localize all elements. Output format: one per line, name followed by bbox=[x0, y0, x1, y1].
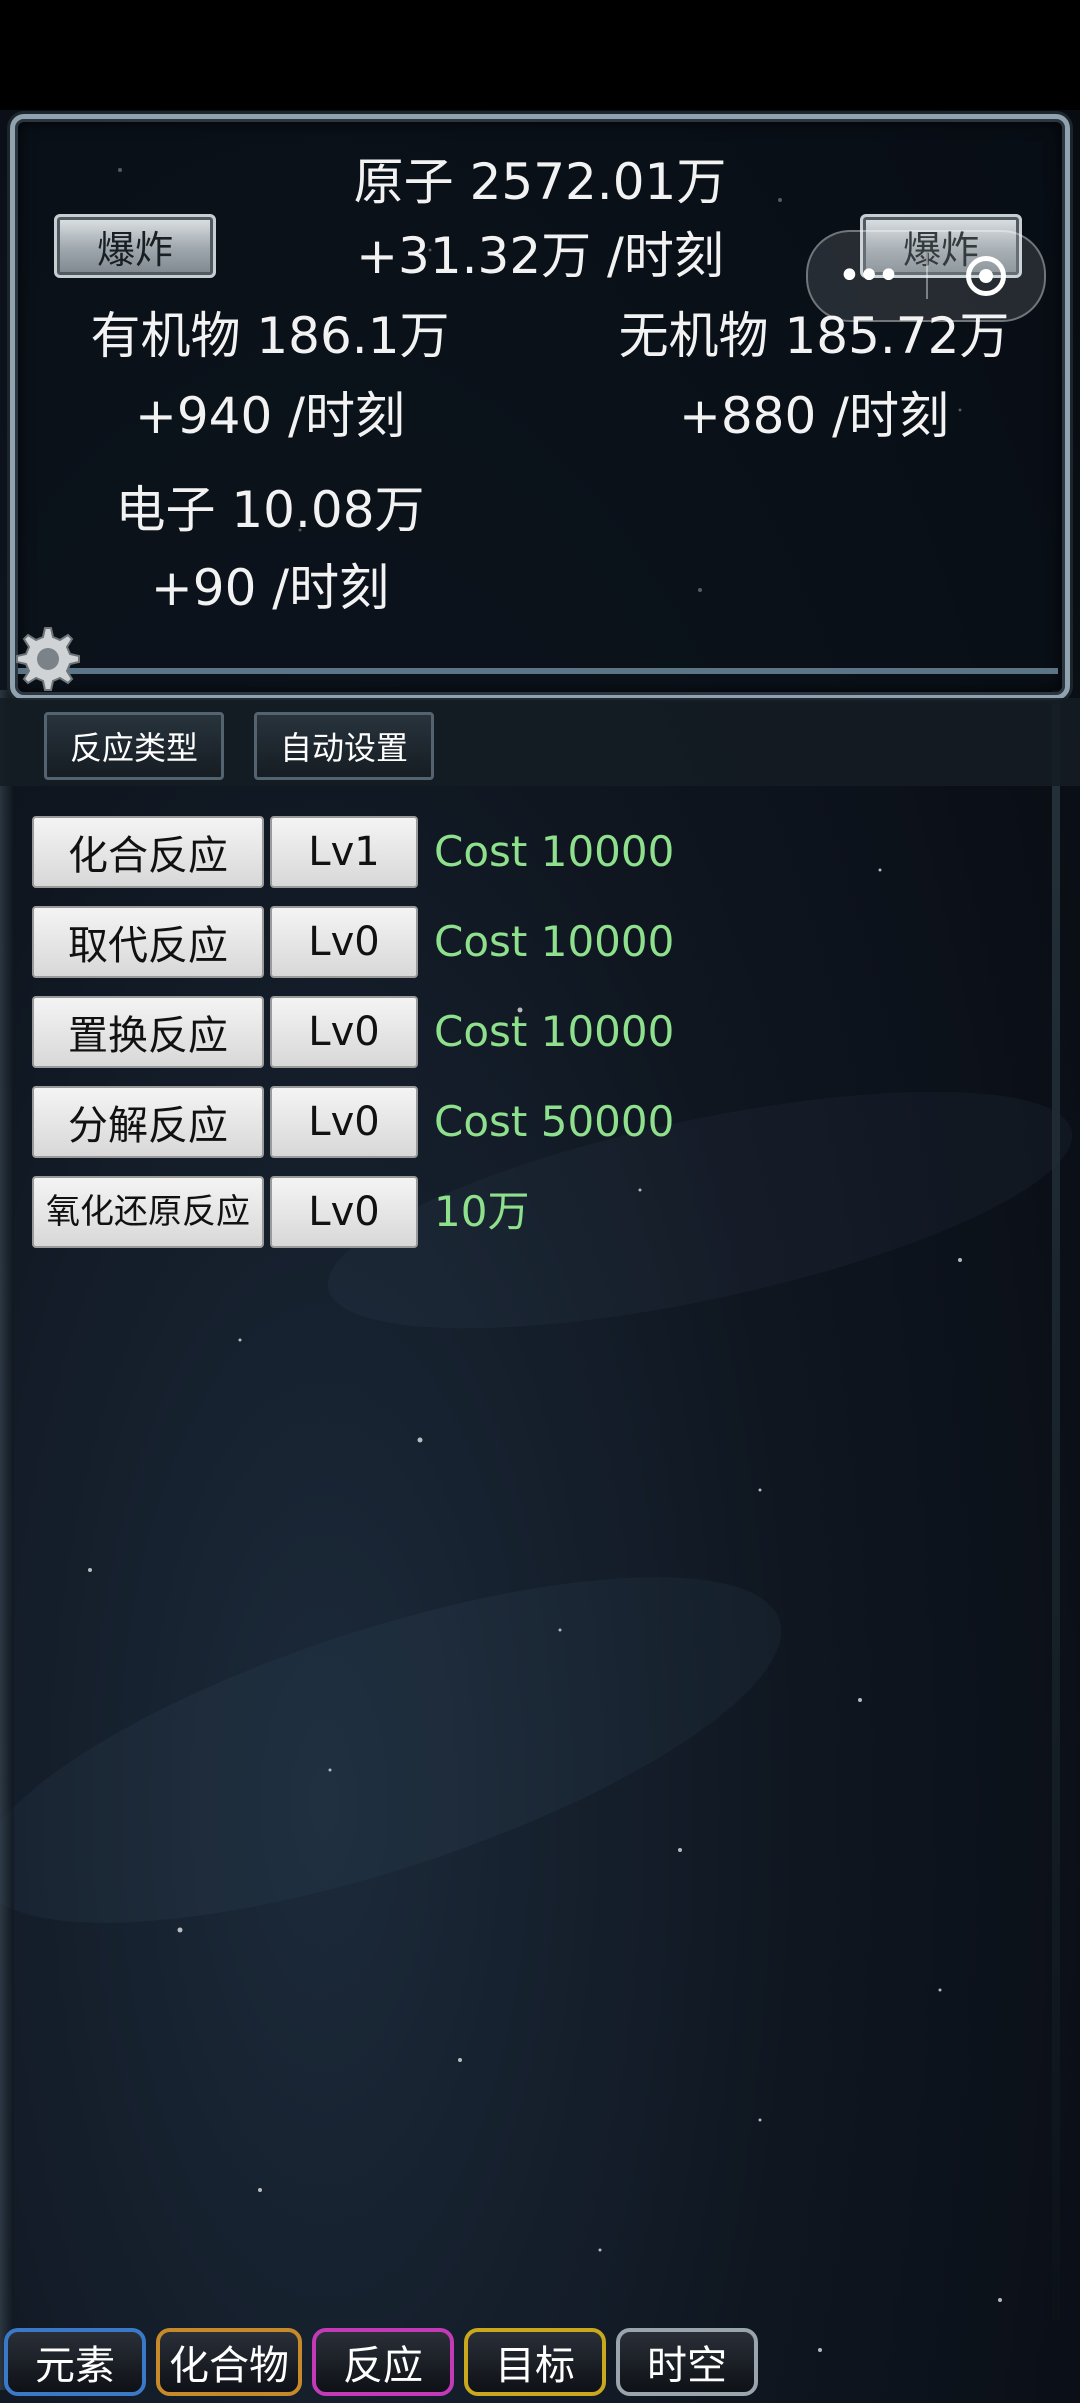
cost-combination: Cost 10000 bbox=[434, 827, 675, 876]
level-button-redox[interactable]: Lv0 bbox=[270, 1176, 418, 1248]
gear-icon[interactable] bbox=[8, 622, 82, 696]
nav-tab-compounds[interactable]: 化合物 bbox=[156, 2328, 302, 2396]
cost-decomposition: Cost 50000 bbox=[434, 1097, 675, 1146]
reaction-button-decomposition[interactable]: 分解反应 bbox=[32, 1086, 264, 1158]
nav-tab-spacetime[interactable]: 时空 bbox=[616, 2328, 758, 2396]
cost-redox: 10万 bbox=[434, 1187, 530, 1236]
nav-tab-goals[interactable]: 目标 bbox=[464, 2328, 606, 2396]
level-button-substitution[interactable]: Lv0 bbox=[270, 906, 418, 978]
reaction-button-substitution[interactable]: 取代反应 bbox=[32, 906, 264, 978]
mini-program-capsule: ••• bbox=[806, 230, 1046, 322]
nav-tab-reactions[interactable]: 反应 bbox=[312, 2328, 454, 2396]
tab-reaction-type[interactable]: 反应类型 bbox=[44, 712, 224, 780]
level-button-combination[interactable]: Lv1 bbox=[270, 816, 418, 888]
reaction-button-redox[interactable]: 氧化还原反应 bbox=[32, 1176, 264, 1248]
more-menu-icon[interactable]: ••• bbox=[808, 256, 926, 296]
tab-auto-settings[interactable]: 自动设置 bbox=[254, 712, 434, 780]
inorganic-rate: +880 /时刻 bbox=[678, 387, 950, 445]
nav-tab-elements[interactable]: 元素 bbox=[4, 2328, 146, 2396]
reaction-button-displacement[interactable]: 置换反应 bbox=[32, 996, 264, 1068]
cost-substitution: Cost 10000 bbox=[434, 917, 675, 966]
right-frame bbox=[1052, 690, 1060, 2320]
electron-rate: +90 /时刻 bbox=[150, 559, 390, 617]
cost-displacement: Cost 10000 bbox=[434, 1007, 675, 1056]
level-button-decomposition[interactable]: Lv0 bbox=[270, 1086, 418, 1158]
status-bar bbox=[0, 0, 1080, 110]
organic-count: 有机物 186.1万 bbox=[90, 307, 450, 365]
reaction-button-combination[interactable]: 化合反应 bbox=[32, 816, 264, 888]
target-circle-icon bbox=[966, 256, 1006, 296]
left-frame bbox=[0, 690, 14, 2390]
electron-count: 电子 10.08万 bbox=[115, 481, 425, 539]
level-button-displacement[interactable]: Lv0 bbox=[270, 996, 418, 1068]
close-program-button[interactable] bbox=[928, 256, 1044, 296]
atom-count: 原子 2572.01万 bbox=[353, 153, 727, 211]
organic-rate: +940 /时刻 bbox=[134, 387, 406, 445]
panel-glow-edge bbox=[18, 668, 1058, 674]
burst-button-left[interactable]: 爆炸 bbox=[54, 214, 216, 278]
atom-rate: +31.32万 /时刻 bbox=[356, 227, 724, 285]
